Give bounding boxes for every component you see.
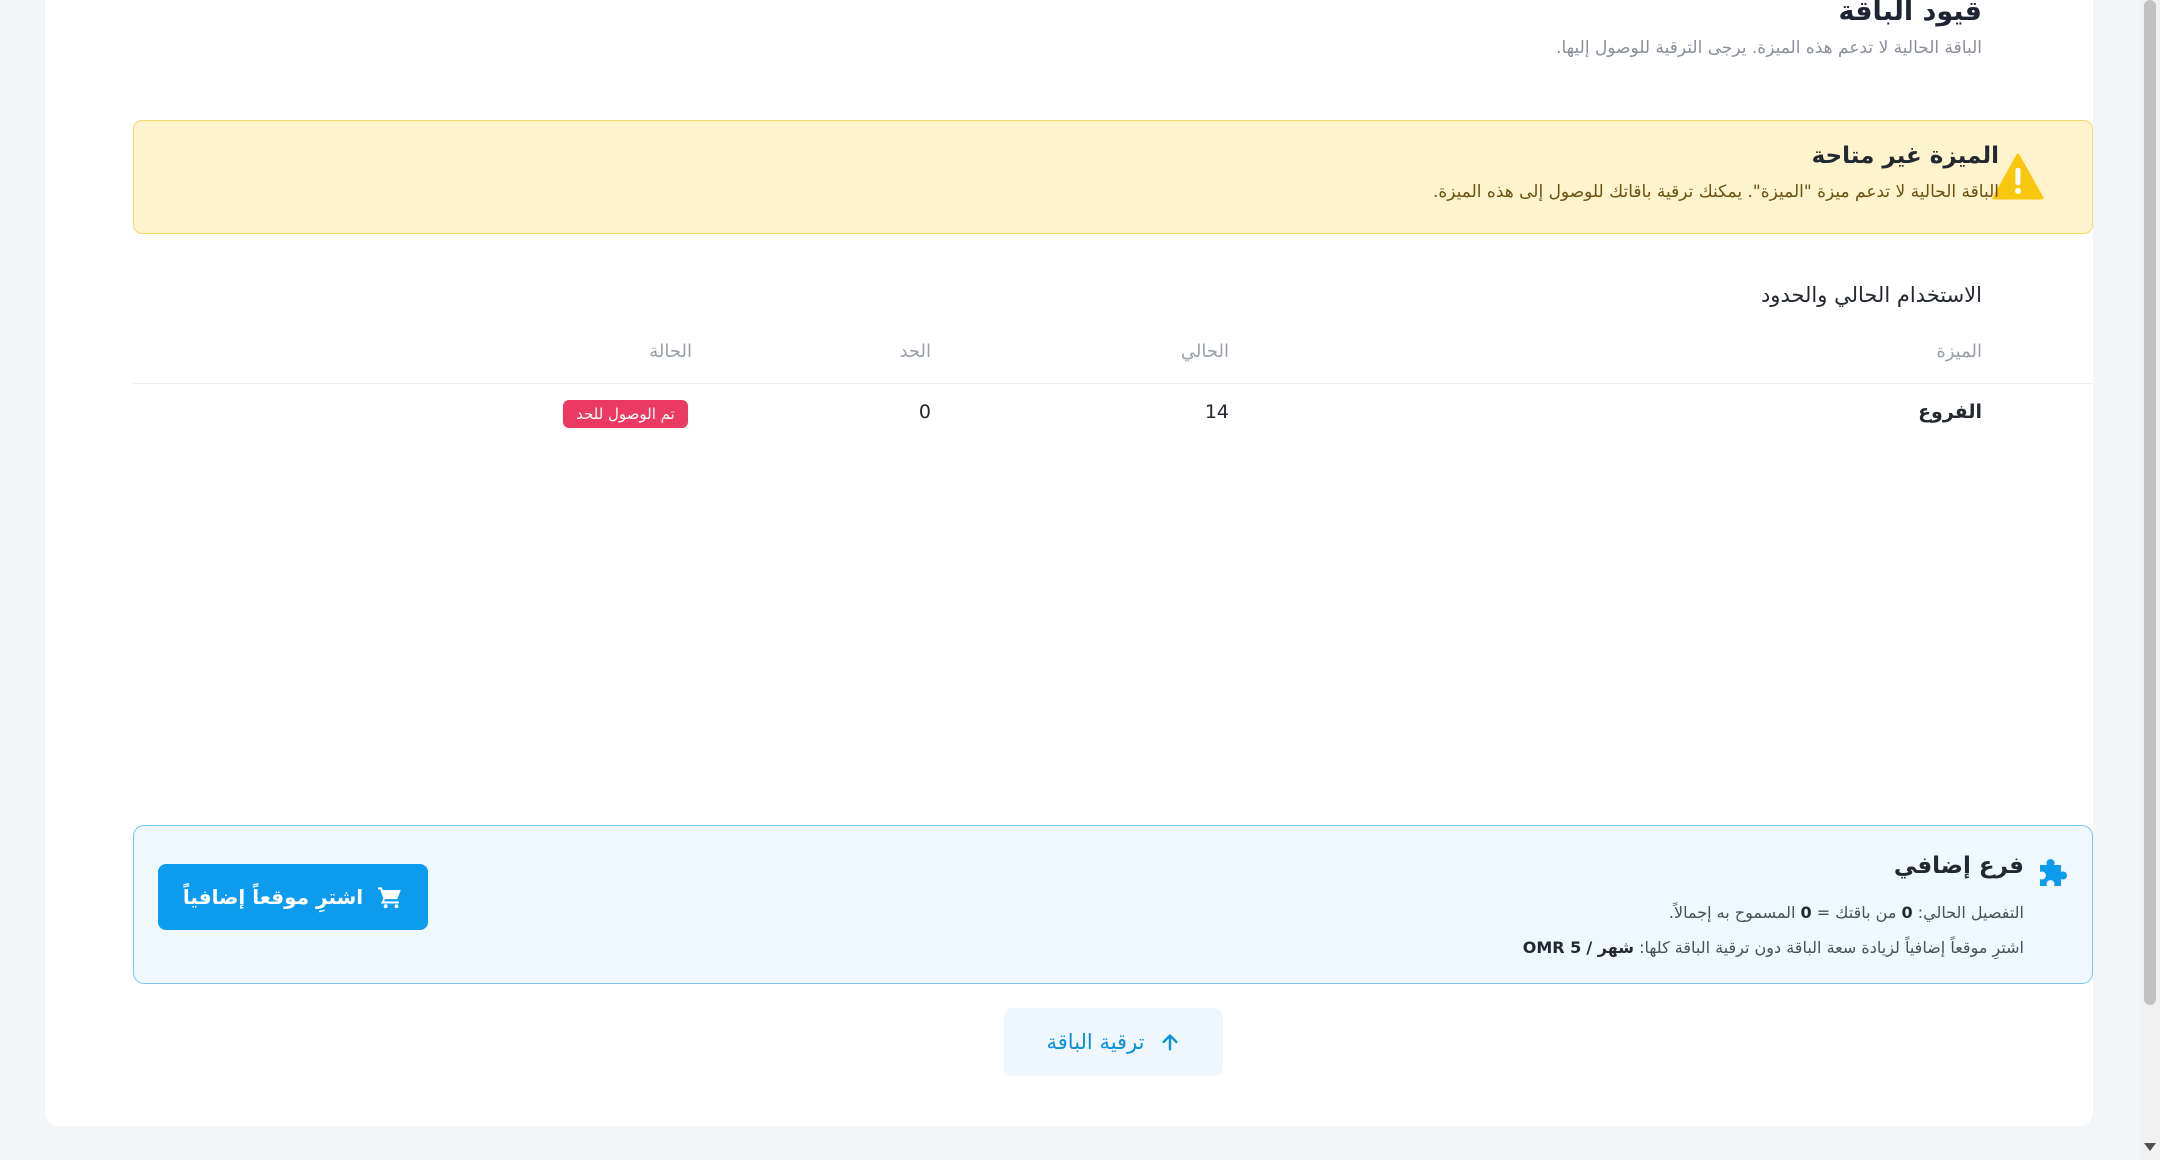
table-cell-current: 14 (1204, 401, 1229, 423)
addon-usage-detail: التفصيل الحالي: 0 من باقتك = 0 المسموح ب… (1668, 903, 2024, 922)
buy-extra-location-button[interactable]: اشترِ موقعاً إضافياً (158, 864, 428, 930)
table-cell-feature: الفروع (1918, 401, 1982, 423)
cart-icon (378, 887, 402, 909)
usage-section-title: الاستخدام الحالي والحدود (1760, 283, 1982, 307)
addon-price-detail: اشترِ موقعاً إضافياً لزيادة سعة الباقة د… (1522, 938, 2024, 957)
addon-title: فرع إضافي (1893, 853, 2024, 879)
puzzle-icon (2040, 859, 2067, 886)
scrollbar-thumb[interactable] (2144, 0, 2156, 1005)
scroll-down-arrow-icon[interactable] (2144, 1143, 2156, 1151)
alert-text: الباقة الحالية لا تدعم ميزة "الميزة". يم… (1432, 182, 1999, 202)
upgrade-button-label: ترقية الباقة (1046, 1030, 1145, 1054)
upgrade-plan-button[interactable]: ترقية الباقة (1004, 1008, 1223, 1076)
status-badge: تم الوصول للحد (563, 400, 688, 428)
column-header-limit: الحد (899, 341, 931, 362)
page-title: قيود الباقة (1838, 0, 1983, 27)
page-subtitle: الباقة الحالية لا تدعم هذه الميزة. يرجى … (1556, 38, 1982, 58)
warning-triangle-icon (1992, 153, 2044, 200)
column-header-status: الحالة (649, 341, 692, 362)
buy-button-label: اشترِ موقعاً إضافياً (182, 885, 364, 909)
feature-unavailable-alert: الميزة غير متاحة الباقة الحالية لا تدعم … (133, 120, 2093, 234)
table-cell-limit: 0 (918, 401, 931, 423)
alert-title: الميزة غير متاحة (1811, 143, 1999, 169)
table-divider (133, 383, 2093, 384)
vertical-scrollbar[interactable] (2140, 0, 2160, 1160)
arrow-up-icon (1161, 1034, 1178, 1051)
column-header-feature: الميزة (1936, 341, 1982, 362)
column-header-current: الحالي (1180, 341, 1229, 362)
main-card: قيود الباقة الباقة الحالية لا تدعم هذه ا… (45, 0, 2093, 1126)
addon-branch-panel: فرع إضافي التفصيل الحالي: 0 من باقتك = 0… (133, 825, 2093, 984)
